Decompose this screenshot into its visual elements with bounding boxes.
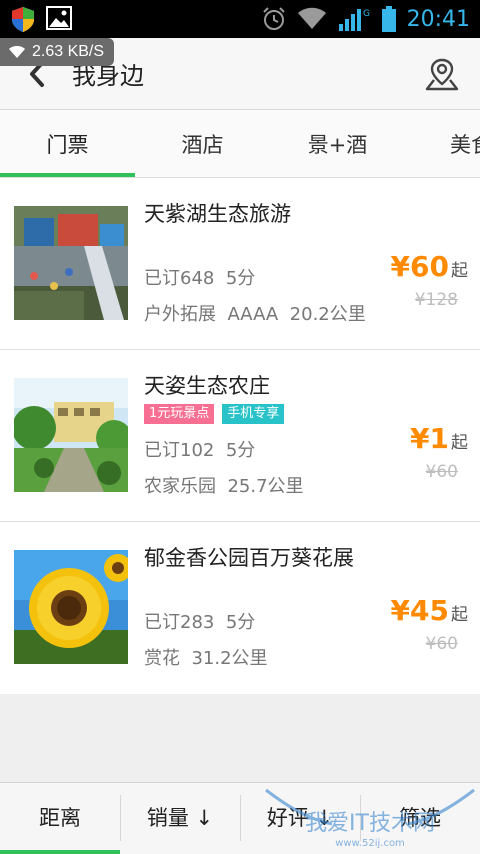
image-icon xyxy=(46,6,72,30)
category-distance: 户外拓展 AAAA 20.2公里 xyxy=(144,300,366,326)
category-distance: 农家乐园 25.7公里 xyxy=(144,472,304,498)
network-speed-text: 2.63 KB/S xyxy=(32,43,105,60)
network-type-label: G xyxy=(363,9,370,19)
score: 5分 xyxy=(225,612,256,633)
price-value: ¥1 xyxy=(410,422,449,455)
sold-count: 已订102 xyxy=(144,440,215,461)
attraction-thumbnail xyxy=(14,378,128,492)
map-pin-icon xyxy=(425,58,459,91)
tab-food[interactable]: 美食 xyxy=(405,110,480,177)
mobile-only-tag: 手机专享 xyxy=(222,404,285,424)
distance: 20.2公里 xyxy=(289,304,366,325)
category: 户外拓展 xyxy=(144,304,216,325)
category-distance: 赏花 31.2公里 xyxy=(144,644,268,670)
original-price: ¥128 xyxy=(414,290,458,310)
price-suffix: 起 xyxy=(451,605,468,625)
category-tabs: 门票 酒店 景+酒 美食 xyxy=(0,110,480,178)
shield-icon xyxy=(12,7,34,32)
status-bar: G 20:41 xyxy=(0,0,480,38)
distance: 31.2公里 xyxy=(191,648,268,669)
sold-count: 已订283 xyxy=(144,612,215,633)
attraction-name: 郁金香公园百万葵花展 xyxy=(144,546,354,570)
location-button[interactable] xyxy=(424,56,460,92)
original-price: ¥60 xyxy=(425,462,458,482)
attraction-thumbnail xyxy=(14,206,128,320)
tab-scenic-hotel[interactable]: 景+酒 xyxy=(270,110,405,177)
distance: 25.7公里 xyxy=(227,476,304,497)
sales-and-score: 已订283 5分 xyxy=(144,608,255,634)
sort-bar: 距离 销量 ↓ 好评 ↓ 筛选 xyxy=(0,782,480,854)
attraction-list: 天紫湖生态旅游 已订648 5分 户外拓展 AAAA 20.2公里 ¥60 起 ¥… xyxy=(0,178,480,694)
attraction-name: 天紫湖生态旅游 xyxy=(144,202,291,226)
attraction-thumbnail xyxy=(14,550,128,664)
price-value: ¥60 xyxy=(390,250,449,283)
price-suffix: 起 xyxy=(451,261,468,281)
list-item[interactable]: 天姿生态农庄 1元玩景点 手机专享 已订102 5分 农家乐园 25.7公里 ¥… xyxy=(0,350,480,522)
original-price: ¥60 xyxy=(425,634,458,654)
promo-tags: 1元玩景点 手机专享 xyxy=(144,404,285,424)
sales-and-score: 已订102 5分 xyxy=(144,436,255,462)
price: ¥45 起 xyxy=(391,594,468,627)
wifi-icon xyxy=(297,7,326,29)
score: 5分 xyxy=(225,268,256,289)
sold-count: 已订648 xyxy=(144,268,215,289)
tab-tickets[interactable]: 门票 xyxy=(0,110,135,177)
price: ¥60 起 xyxy=(391,250,468,283)
alarm-icon xyxy=(262,7,285,30)
list-item[interactable]: 郁金香公园百万葵花展 已订283 5分 赏花 31.2公里 ¥45 起 ¥60 xyxy=(0,522,480,694)
category: 农家乐园 xyxy=(144,476,216,497)
filter-button[interactable]: 筛选 xyxy=(360,783,480,851)
price-value: ¥45 xyxy=(390,594,449,627)
sort-by-distance[interactable]: 距离 xyxy=(0,783,120,851)
tab-hotel[interactable]: 酒店 xyxy=(135,110,270,177)
tab-active-indicator xyxy=(0,173,135,177)
clock: 20:41 xyxy=(406,6,470,32)
category: 赏花 xyxy=(144,648,180,669)
sort-by-rating[interactable]: 好评 ↓ xyxy=(240,783,360,851)
score: 5分 xyxy=(225,440,256,461)
sort-by-sales[interactable]: 销量 ↓ xyxy=(120,783,240,851)
wifi-small-icon xyxy=(9,46,25,58)
signal-icon: G xyxy=(338,9,370,31)
battery-icon xyxy=(381,6,396,32)
attraction-name: 天姿生态农庄 xyxy=(144,374,270,398)
list-item[interactable]: 天紫湖生态旅游 已订648 5分 户外拓展 AAAA 20.2公里 ¥60 起 ¥… xyxy=(0,178,480,350)
network-speed-indicator: 2.63 KB/S xyxy=(0,38,115,66)
price-suffix: 起 xyxy=(451,433,468,453)
promo-tag: 1元玩景点 xyxy=(144,404,215,424)
rating-level: AAAA xyxy=(227,304,279,325)
sort-active-indicator xyxy=(0,850,120,854)
sales-and-score: 已订648 5分 xyxy=(144,264,255,290)
price: ¥1 起 xyxy=(410,422,468,455)
